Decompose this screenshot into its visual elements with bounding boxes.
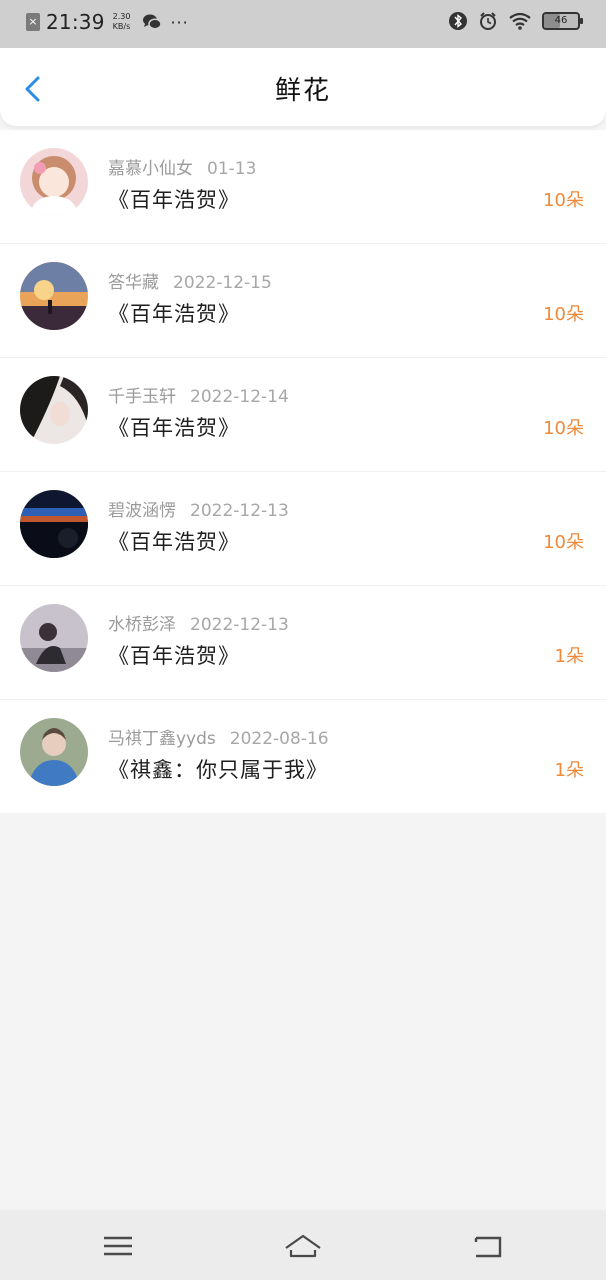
- record-meta: 水桥彭泽 2022-12-13: [108, 610, 289, 635]
- home-icon[interactable]: [283, 1228, 323, 1264]
- record-meta: 马祺丁鑫yyds 2022-08-16: [108, 724, 329, 749]
- list-item[interactable]: 马祺丁鑫yyds 2022-08-16 《祺鑫：你只属于我》 1朵: [0, 700, 606, 813]
- net-speed: 2.30 KB/s: [113, 12, 131, 32]
- record-date: 2022-12-13: [190, 501, 289, 521]
- list-item[interactable]: 千手玉轩 2022-12-14 《百年浩贺》 10朵: [0, 358, 606, 472]
- avatar[interactable]: [20, 148, 88, 216]
- user-name[interactable]: 马祺丁鑫yyds: [108, 729, 216, 749]
- record-date: 01-13: [207, 159, 257, 179]
- list-item[interactable]: 水桥彭泽 2022-12-13 《百年浩贺》 1朵: [0, 586, 606, 700]
- record-date: 2022-12-15: [173, 273, 272, 293]
- list-item[interactable]: 嘉慕小仙女 01-13 《百年浩贺》 10朵: [0, 130, 606, 244]
- flower-record-list: 嘉慕小仙女 01-13 《百年浩贺》 10朵 答华藏 2022-12-15 《百年浩…: [0, 130, 606, 813]
- user-name[interactable]: 嘉慕小仙女: [108, 159, 193, 179]
- work-title[interactable]: 《百年浩贺》: [108, 526, 240, 556]
- net-speed-unit: KB/s: [112, 22, 131, 31]
- list-item[interactable]: 答华藏 2022-12-15 《百年浩贺》 10朵: [0, 244, 606, 358]
- user-name[interactable]: 千手玉轩: [108, 387, 176, 407]
- app-header: 鲜花: [0, 48, 606, 126]
- avatar[interactable]: [20, 376, 88, 444]
- more-notifications-icon: ···: [170, 12, 189, 32]
- avatar[interactable]: [20, 718, 88, 786]
- battery-level: 46: [554, 15, 568, 26]
- battery-icon: 46: [542, 12, 583, 30]
- work-title[interactable]: 《百年浩贺》: [108, 184, 240, 214]
- record-meta: 碧波涵愣 2022-12-13: [108, 496, 289, 521]
- user-name[interactable]: 答华藏: [108, 273, 159, 293]
- status-time: 21:39: [46, 10, 105, 34]
- work-title[interactable]: 《祺鑫：你只属于我》: [108, 754, 328, 784]
- status-bar-left: × 21:39 2.30 KB/s ···: [26, 10, 189, 34]
- record-date: 2022-12-14: [190, 387, 289, 407]
- list-item[interactable]: 碧波涵愣 2022-12-13 《百年浩贺》 10朵: [0, 472, 606, 586]
- flower-count: 1朵: [554, 760, 584, 781]
- flower-count: 10朵: [543, 190, 584, 211]
- record-date: 2022-12-13: [190, 615, 289, 635]
- record-meta: 嘉慕小仙女 01-13: [108, 154, 256, 179]
- alarm-icon: [480, 12, 496, 30]
- net-speed-value: 2.30: [112, 12, 131, 21]
- back-icon[interactable]: [468, 1228, 508, 1264]
- work-title[interactable]: 《百年浩贺》: [108, 640, 240, 670]
- status-bar-right: 46: [448, 11, 583, 31]
- flower-count: 10朵: [543, 418, 584, 439]
- user-name[interactable]: 水桥彭泽: [108, 615, 176, 635]
- close-notification-icon: ×: [26, 13, 40, 31]
- avatar[interactable]: [20, 262, 88, 330]
- work-title[interactable]: 《百年浩贺》: [108, 298, 240, 328]
- system-nav-bar: [0, 1210, 606, 1280]
- avatar[interactable]: [20, 604, 88, 672]
- user-name[interactable]: 碧波涵愣: [108, 501, 176, 521]
- page-title: 鲜花: [274, 76, 331, 106]
- wechat-icon: [143, 14, 163, 30]
- record-date: 2022-08-16: [229, 729, 329, 749]
- flower-count: 10朵: [543, 304, 584, 325]
- flower-count: 1朵: [554, 646, 584, 667]
- record-meta: 答华藏 2022-12-15: [108, 268, 272, 293]
- work-title[interactable]: 《百年浩贺》: [108, 412, 240, 442]
- avatar[interactable]: [20, 490, 88, 558]
- flower-count: 10朵: [543, 532, 584, 553]
- bluetooth-icon: [449, 12, 467, 30]
- status-bar: × 21:39 2.30 KB/s ··· 46: [0, 0, 606, 48]
- wifi-icon: [509, 12, 531, 30]
- menu-icon[interactable]: [98, 1228, 138, 1264]
- record-meta: 千手玉轩 2022-12-14: [108, 382, 289, 407]
